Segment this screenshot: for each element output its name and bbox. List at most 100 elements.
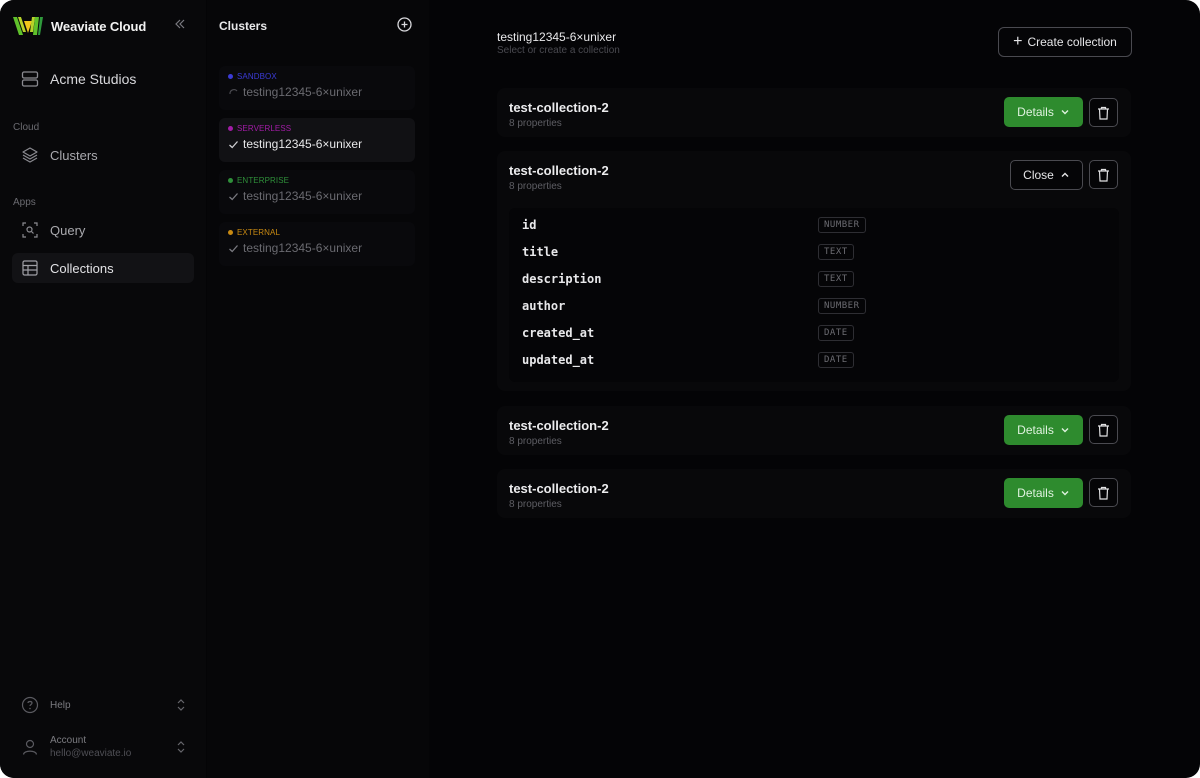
delete-collection-button[interactable] xyxy=(1089,478,1118,507)
serverless-dot-icon xyxy=(228,126,233,131)
properties-table: id NUMBER title TEXT description TEXT au… xyxy=(509,208,1119,382)
delete-collection-button[interactable] xyxy=(1089,98,1118,127)
cluster-card-serverless[interactable]: SERVERLESS testing12345-6×unixer xyxy=(219,118,415,162)
close-details-button[interactable]: Close xyxy=(1010,160,1083,190)
trash-icon xyxy=(1098,106,1109,120)
property-name: updated_at xyxy=(522,353,595,367)
property-name: created_at xyxy=(522,326,595,340)
collection-card: test-collection-2 8 properties Details xyxy=(497,88,1131,137)
details-label: Details xyxy=(1017,105,1054,119)
plus-circle-icon xyxy=(397,17,412,32)
property-type-badge: DATE xyxy=(818,352,854,368)
cluster-type-label: EXTERNAL xyxy=(237,228,281,237)
details-button[interactable]: Details xyxy=(1004,478,1083,508)
cluster-type: ENTERPRISE xyxy=(228,176,415,185)
property-name: id xyxy=(522,218,537,232)
page-title: testing12345-6×unixer xyxy=(497,30,617,44)
cluster-type: SANDBOX xyxy=(228,72,415,81)
collection-name: test-collection-2 xyxy=(509,418,609,433)
property-type-badge: NUMBER xyxy=(818,298,866,314)
brand-name: Weaviate Cloud xyxy=(51,18,147,34)
cluster-type-label: SERVERLESS xyxy=(237,124,292,133)
chevron-up-down-icon xyxy=(176,740,186,754)
clusters-panel: Clusters SANDBOX testing12345-6×unixer S… xyxy=(207,0,429,778)
cluster-card-enterprise[interactable]: ENTERPRISE testing12345-6×unixer xyxy=(219,170,415,214)
chevrons-left-icon xyxy=(175,19,185,29)
collection-card-expanded: test-collection-2 8 properties Close id … xyxy=(497,151,1131,391)
sidebar: Weaviate Cloud Acme Studios Cloud Cluste… xyxy=(0,0,206,778)
cluster-name: testing12345-6×unixer xyxy=(243,137,363,151)
check-icon xyxy=(228,191,239,202)
cluster-name: testing12345-6×unixer xyxy=(243,241,363,255)
delete-collection-button[interactable] xyxy=(1089,415,1118,444)
table-row: title TEXT xyxy=(522,242,1112,262)
chevron-up-icon xyxy=(1061,172,1069,177)
details-button[interactable]: Details xyxy=(1004,97,1083,127)
details-button[interactable]: Details xyxy=(1004,415,1083,445)
cluster-name: testing12345-6×unixer xyxy=(243,189,363,203)
table-row: description TEXT xyxy=(522,269,1112,289)
sandbox-dot-icon xyxy=(228,74,233,79)
cluster-type-label: ENTERPRISE xyxy=(237,176,290,185)
main-content: testing12345-6×unixer Select or create a… xyxy=(430,0,1200,778)
details-label: Details xyxy=(1017,486,1054,500)
help-label: Help xyxy=(50,699,71,711)
collection-property-count: 8 properties xyxy=(509,499,562,510)
page-subtitle: Select or create a collection xyxy=(497,45,620,56)
collection-name: test-collection-2 xyxy=(509,163,609,178)
sidebar-item-clusters[interactable]: Clusters xyxy=(12,140,194,170)
sidebar-item-collections[interactable]: Collections xyxy=(12,253,194,283)
property-type-badge: TEXT xyxy=(818,244,854,260)
close-label: Close xyxy=(1023,168,1054,182)
collection-property-count: 8 properties xyxy=(509,436,562,447)
account-menu[interactable]: Account hello@weaviate.io xyxy=(12,734,194,760)
create-collection-button[interactable]: + Create collection xyxy=(998,27,1132,57)
chevron-down-icon xyxy=(1061,491,1069,496)
section-cloud: Cloud xyxy=(13,122,40,133)
create-collection-label: Create collection xyxy=(1027,35,1117,49)
trash-icon xyxy=(1098,423,1109,437)
collection-name: test-collection-2 xyxy=(509,481,609,496)
sidebar-item-query[interactable]: Query xyxy=(12,215,194,245)
plus-icon: + xyxy=(1013,33,1023,50)
clusters-title: Clusters xyxy=(219,19,268,33)
sidebar-item-label: Collections xyxy=(50,260,114,276)
chevron-down-icon xyxy=(1061,428,1069,433)
section-apps: Apps xyxy=(13,197,36,208)
layers-icon xyxy=(20,145,40,165)
property-type-badge: DATE xyxy=(818,325,854,341)
help-menu[interactable]: Help xyxy=(12,694,194,716)
collapse-sidebar-button[interactable] xyxy=(172,17,188,33)
delete-collection-button[interactable] xyxy=(1089,160,1118,189)
table-icon xyxy=(20,258,40,278)
sidebar-item-label: Query xyxy=(50,222,86,238)
table-row: created_at DATE xyxy=(522,323,1112,343)
query-icon xyxy=(20,220,40,240)
help-circle-icon xyxy=(20,695,40,715)
external-dot-icon xyxy=(228,230,233,235)
weaviate-logo-icon xyxy=(13,17,43,35)
org-switcher[interactable]: Acme Studios xyxy=(12,64,194,94)
property-name: author xyxy=(522,299,566,313)
cluster-card-external[interactable]: EXTERNAL testing12345-6×unixer xyxy=(219,222,415,266)
collection-property-count: 8 properties xyxy=(509,118,562,129)
chevron-up-down-icon xyxy=(176,698,186,712)
table-row: updated_at DATE xyxy=(522,350,1112,370)
enterprise-dot-icon xyxy=(228,178,233,183)
cluster-card-sandbox[interactable]: SANDBOX testing12345-6×unixer xyxy=(219,66,415,110)
collection-name: test-collection-2 xyxy=(509,100,609,115)
check-icon xyxy=(228,243,239,254)
app-window: Weaviate Cloud Acme Studios Cloud Cluste… xyxy=(0,0,1200,778)
collection-card: test-collection-2 8 properties Details xyxy=(497,406,1131,455)
chevron-down-icon xyxy=(1061,110,1069,115)
property-type-badge: TEXT xyxy=(818,271,854,287)
user-icon xyxy=(20,737,40,757)
trash-icon xyxy=(1098,168,1109,182)
account-email: hello@weaviate.io xyxy=(50,748,132,759)
collection-property-count: 8 properties xyxy=(509,181,562,192)
brand[interactable]: Weaviate Cloud xyxy=(12,14,146,38)
add-cluster-button[interactable] xyxy=(397,17,412,32)
property-type-badge: NUMBER xyxy=(818,217,866,233)
server-icon xyxy=(20,69,40,89)
table-row: author NUMBER xyxy=(522,296,1112,316)
